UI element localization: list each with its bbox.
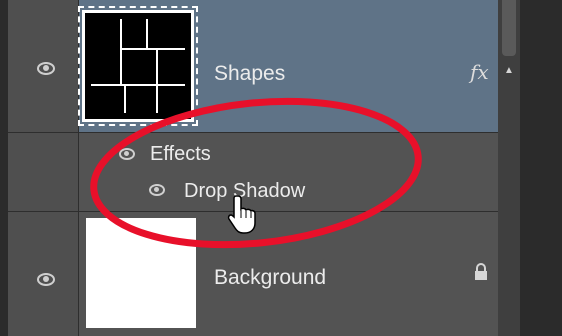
hand-pointer-icon bbox=[227, 195, 256, 234]
annotation-circle bbox=[90, 97, 422, 249]
annotation-overlay bbox=[90, 97, 422, 249]
layers-panel: Shapes fx Effects Drop Shadow Background… bbox=[0, 0, 562, 336]
